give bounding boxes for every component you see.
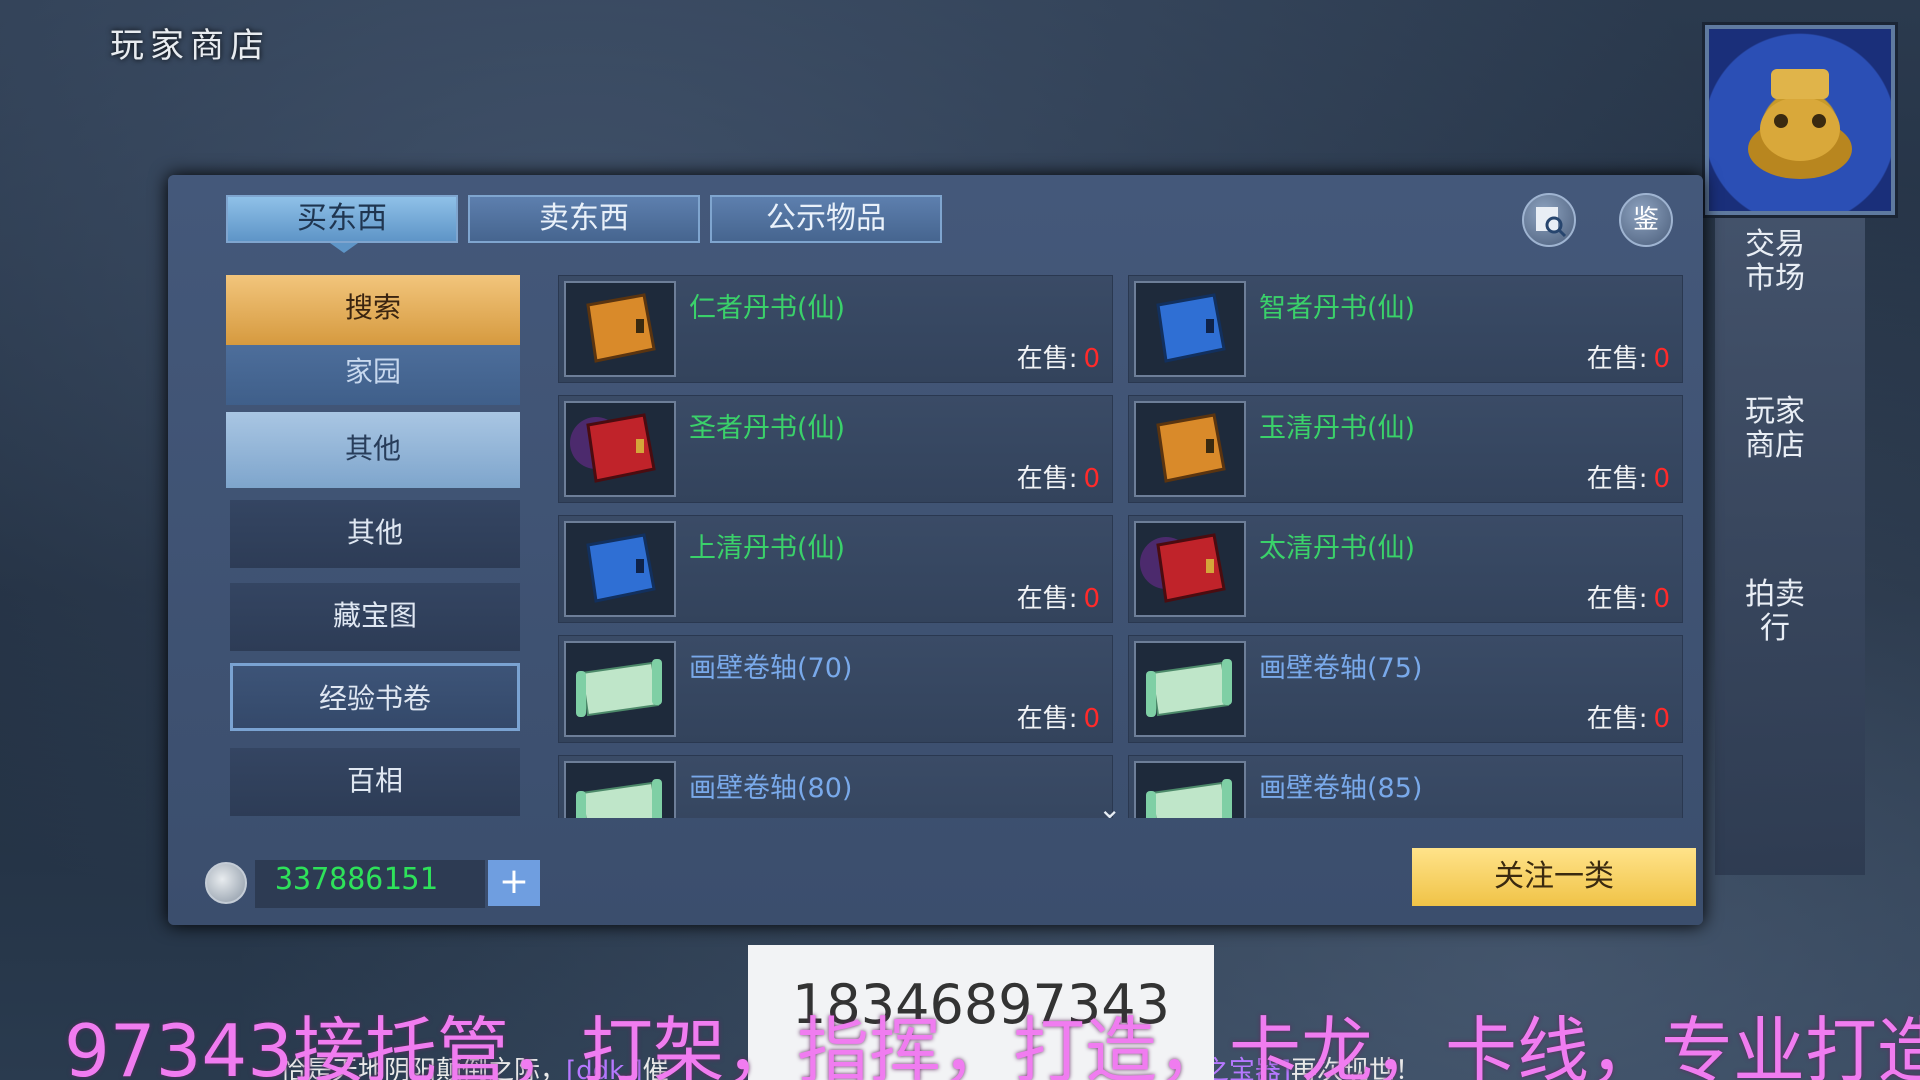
item-card[interactable]: 画壁卷轴(75) 在售: 0	[1128, 635, 1683, 743]
search-scroll-button[interactable]	[1522, 193, 1576, 247]
category-garden[interactable]: 家园	[226, 345, 520, 405]
item-sale-count: 在售: 0	[1586, 464, 1670, 494]
tab-sell[interactable]: 卖东西	[468, 195, 700, 243]
item-name: 圣者丹书(仙)	[689, 413, 846, 444]
item-sale-count: 在售: 0	[1016, 464, 1100, 494]
scroll-icon	[564, 761, 676, 818]
scroll-down-chevron-icon[interactable]: ⌄	[1098, 792, 1121, 825]
follow-category-button[interactable]: 关注一类	[1412, 848, 1696, 906]
item-card[interactable]: 智者丹书(仙) 在售: 0	[1128, 275, 1683, 383]
item-card[interactable]: 玉清丹书(仙) 在售: 0	[1128, 395, 1683, 503]
item-name: 上清丹书(仙)	[689, 533, 846, 564]
currency-amount: 337886151	[275, 862, 438, 897]
category-exp-scrolls[interactable]: 经验书卷	[230, 663, 520, 731]
treasure-toad-emblem-icon	[1705, 25, 1895, 215]
item-card[interactable]: 上清丹书(仙) 在售: 0	[558, 515, 1113, 623]
item-sale-count: 在售: 0	[1016, 704, 1100, 734]
side-nav-player-shop[interactable]: 玩家商店	[1745, 395, 1805, 463]
item-name: 智者丹书(仙)	[1259, 293, 1416, 324]
orange-book-icon	[1134, 401, 1246, 497]
scroll-icon	[1134, 761, 1246, 818]
item-sale-count: 在售: 0	[1586, 584, 1670, 614]
item-card[interactable]: 画壁卷轴(85)	[1128, 755, 1683, 818]
item-name: 画壁卷轴(80)	[689, 773, 853, 804]
item-list: 仁者丹书(仙) 在售: 0 智者丹书(仙) 在售: 0 圣者丹书(仙) 在售: 0 玉…	[548, 270, 1693, 818]
red-book-icon	[564, 401, 676, 497]
orange-book-icon	[564, 281, 676, 377]
item-card[interactable]: 太清丹书(仙) 在售: 0	[1128, 515, 1683, 623]
item-name: 画壁卷轴(75)	[1259, 653, 1423, 684]
active-tab-pointer	[330, 243, 358, 253]
magnifier-scroll-icon	[1536, 207, 1567, 238]
item-card[interactable]: 画壁卷轴(70) 在售: 0	[558, 635, 1113, 743]
window-title: 玩家商店	[110, 26, 270, 66]
item-card[interactable]: 画壁卷轴(80)	[558, 755, 1113, 818]
blue-book-icon	[564, 521, 676, 617]
item-sale-count: 在售: 0	[1586, 344, 1670, 374]
item-card[interactable]: 仁者丹书(仙) 在售: 0	[558, 275, 1113, 383]
item-card[interactable]: 圣者丹书(仙) 在售: 0	[558, 395, 1113, 503]
side-nav-strip	[1715, 215, 1865, 875]
add-currency-button[interactable]: +	[488, 860, 540, 906]
red-book-icon	[1134, 521, 1246, 617]
item-sale-count: 在售: 0	[1016, 584, 1100, 614]
tab-buy[interactable]: 买东西	[226, 195, 458, 243]
blue-book-icon	[1134, 281, 1246, 377]
item-sale-count: 在售: 0	[1586, 704, 1670, 734]
item-name: 仁者丹书(仙)	[689, 293, 846, 324]
category-other-selected[interactable]: 其他	[226, 412, 520, 488]
side-nav-trade-market[interactable]: 交易市场	[1745, 228, 1805, 296]
scroll-icon	[1134, 641, 1246, 737]
category-treasure-map[interactable]: 藏宝图	[230, 583, 520, 651]
item-sale-count: 在售: 0	[1016, 344, 1100, 374]
tab-public-items[interactable]: 公示物品	[710, 195, 942, 243]
category-search[interactable]: 搜索	[226, 275, 520, 345]
scroll-icon	[564, 641, 676, 737]
item-name: 玉清丹书(仙)	[1259, 413, 1416, 444]
item-name: 画壁卷轴(70)	[689, 653, 853, 684]
promo-text-overlay: 97343接托管，打架，指挥，打造，卡龙，卡线，专业打造	[64, 1009, 1920, 1080]
item-name: 太清丹书(仙)	[1259, 533, 1416, 564]
side-nav-auction[interactable]: 拍卖行	[1745, 578, 1805, 646]
item-name: 画壁卷轴(85)	[1259, 773, 1423, 804]
appraise-button[interactable]: 鉴	[1619, 193, 1673, 247]
silver-coin-icon	[205, 862, 247, 904]
category-other[interactable]: 其他	[230, 500, 520, 568]
category-appearance[interactable]: 百相	[230, 748, 520, 816]
